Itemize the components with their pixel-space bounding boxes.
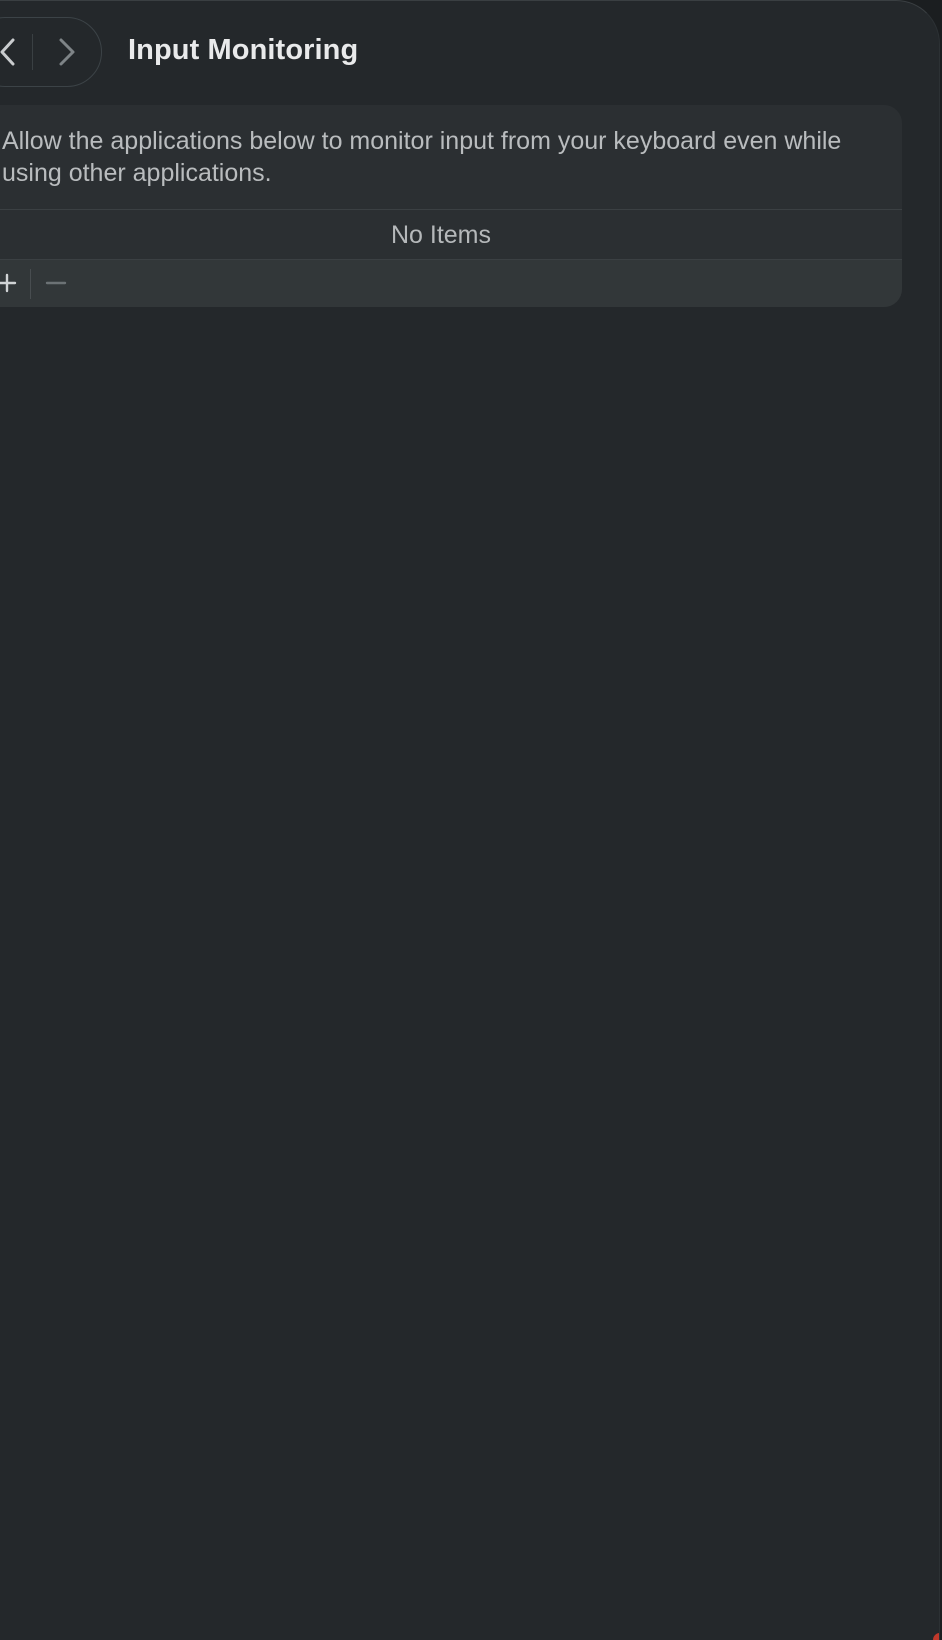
navigation-control [0, 17, 102, 87]
chevron-right-icon [59, 38, 75, 66]
plus-icon [0, 273, 17, 293]
empty-list-label: No Items [390, 221, 492, 249]
toolbar-divider [30, 269, 31, 299]
forward-button[interactable] [33, 18, 101, 86]
minus-icon [45, 281, 67, 285]
settings-window: Input Monitoring Allow the applications … [0, 0, 940, 1640]
chevron-left-icon [0, 38, 15, 66]
panel-description: Allow the applications below to monitor … [2, 127, 842, 187]
window-corner-icon [932, 1633, 939, 1640]
remove-button[interactable] [42, 268, 70, 298]
page-title: Input Monitoring [128, 34, 359, 66]
divider [0, 209, 902, 210]
permissions-panel: Allow the applications below to monitor … [0, 105, 902, 307]
list-toolbar [0, 260, 902, 307]
back-button[interactable] [0, 18, 15, 86]
add-button[interactable] [0, 268, 20, 298]
